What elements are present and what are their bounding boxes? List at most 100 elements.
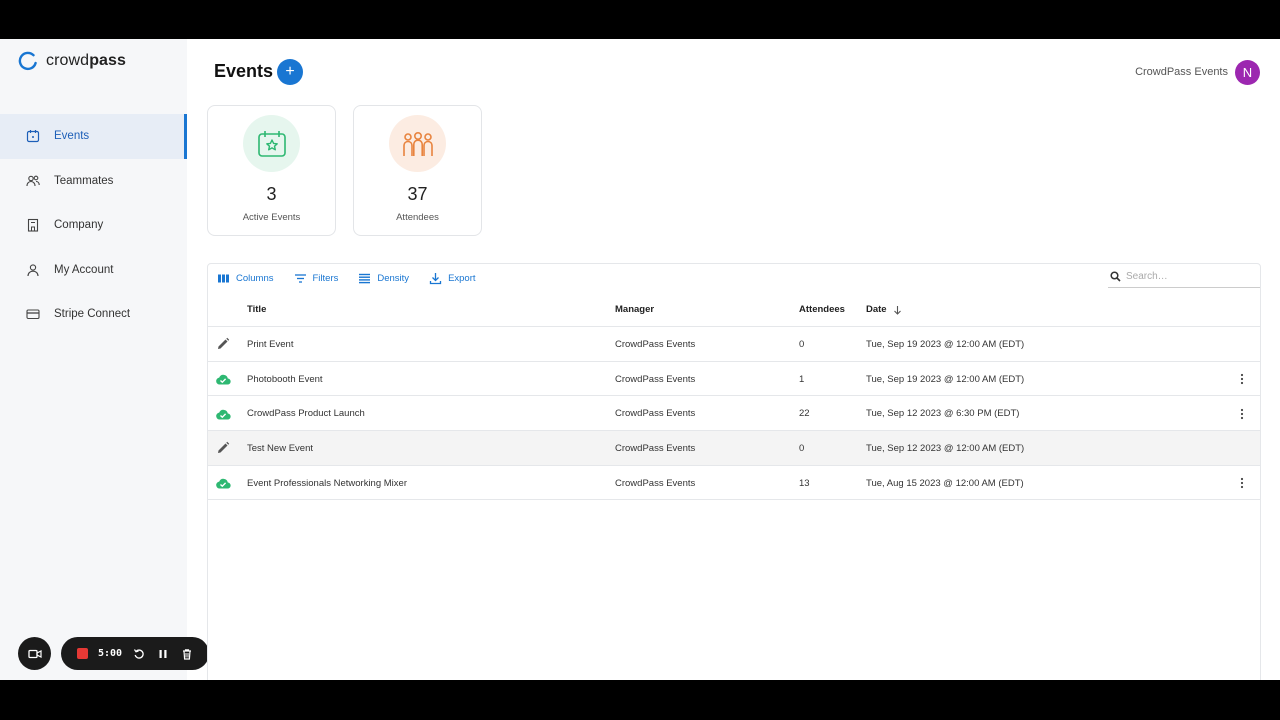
active-events-card: 3 Active Events	[207, 105, 336, 236]
sidebar-item-my-account[interactable]: My Account	[0, 248, 187, 293]
download-icon	[429, 273, 442, 285]
edit-pencil-icon[interactable]	[215, 431, 231, 466]
sidebar-item-company[interactable]: Company	[0, 203, 187, 248]
column-header-attendees[interactable]: Attendees	[799, 292, 845, 327]
event-manager: CrowdPass Events	[615, 338, 696, 350]
density-button[interactable]: Density	[358, 272, 409, 285]
row-more-menu-icon[interactable]	[1234, 396, 1250, 431]
sidebar-item-events[interactable]: Events	[0, 114, 187, 159]
published-cloud-check-icon	[215, 362, 231, 397]
recording-controls: 5:00	[61, 637, 209, 670]
table-body: Print Event CrowdPass Events 0 Tue, Sep …	[208, 327, 1260, 501]
search-icon	[1110, 271, 1121, 282]
table-row[interactable]: Test New Event CrowdPass Events 0 Tue, S…	[208, 431, 1260, 466]
attendees-card: 37 Attendees	[353, 105, 482, 236]
table-header: Title Manager Attendees Date	[208, 292, 1260, 327]
table-row[interactable]: Photobooth Event CrowdPass Events 1 Tue,…	[208, 362, 1260, 397]
sidebar-item-teammates[interactable]: Teammates	[0, 159, 187, 204]
column-header-manager[interactable]: Manager	[615, 292, 654, 327]
sidebar: crowdpass Events Teammates Company My Ac…	[0, 39, 209, 680]
stop-recording-button[interactable]	[77, 648, 88, 659]
column-header-date-label: Date	[866, 304, 887, 315]
building-icon	[26, 218, 40, 232]
camera-toggle-button[interactable]	[18, 637, 51, 670]
density-icon	[359, 273, 371, 284]
organization-name[interactable]: CrowdPass Events	[1135, 66, 1228, 78]
event-manager: CrowdPass Events	[615, 373, 696, 385]
event-date: Tue, Sep 12 2023 @ 6:30 PM (EDT)	[866, 408, 1020, 420]
search-box	[1108, 266, 1260, 288]
event-attendees: 1	[799, 373, 805, 385]
search-input[interactable]	[1126, 271, 1246, 282]
group-icon	[389, 115, 446, 172]
event-title[interactable]: Photobooth Event	[247, 362, 323, 397]
event-manager: CrowdPass Events	[615, 408, 696, 420]
event-attendees: 13	[799, 477, 810, 489]
columns-icon	[218, 274, 229, 283]
event-attendees: 0	[799, 338, 805, 350]
published-cloud-check-icon	[215, 466, 231, 501]
table-row[interactable]: Event Professionals Networking Mixer Cro…	[208, 466, 1260, 501]
stat-value: 3	[266, 184, 277, 204]
event-title[interactable]: CrowdPass Product Launch	[247, 396, 365, 431]
sidebar-item-label: Stripe Connect	[54, 308, 131, 321]
pause-icon[interactable]	[156, 647, 170, 661]
table-row[interactable]: CrowdPass Product Launch CrowdPass Event…	[208, 396, 1260, 432]
sidebar-nav: Events Teammates Company My Account Stri…	[0, 114, 187, 337]
sidebar-item-label: My Account	[54, 263, 114, 276]
calendar-icon	[26, 129, 40, 143]
logo-text: crowdpass	[46, 52, 127, 69]
stat-label: Attendees	[396, 212, 439, 223]
sort-descending-icon[interactable]	[893, 305, 902, 315]
sidebar-item-label: Teammates	[54, 174, 114, 187]
event-date: Tue, Sep 19 2023 @ 12:00 AM (EDT)	[866, 373, 1025, 385]
density-label: Density	[377, 273, 410, 284]
event-title[interactable]: Event Professionals Networking Mixer	[247, 466, 407, 501]
app-window: crowdpass Events Teammates Company My Ac…	[0, 39, 1280, 680]
top-letterbox	[0, 0, 1280, 39]
logo[interactable]: crowdpass	[18, 51, 126, 71]
events-table: Columns Filters Density Export Title Man…	[207, 263, 1261, 680]
event-title[interactable]: Print Event	[247, 327, 293, 362]
recording-timer: 5:00	[98, 648, 123, 659]
logo-mark-icon	[18, 51, 37, 71]
published-cloud-check-icon	[215, 396, 231, 431]
event-manager: CrowdPass Events	[615, 442, 696, 454]
table-row[interactable]: Print Event CrowdPass Events 0 Tue, Sep …	[208, 327, 1260, 362]
sidebar-item-stripe-connect[interactable]: Stripe Connect	[0, 292, 187, 337]
filters-button[interactable]: Filters	[294, 272, 339, 285]
sidebar-item-label: Company	[54, 219, 104, 232]
page-title: Events	[214, 61, 274, 81]
add-event-button[interactable]: +	[277, 59, 303, 85]
calendar-star-icon	[243, 115, 300, 172]
filters-label: Filters	[312, 273, 339, 284]
video-camera-icon	[27, 649, 42, 658]
export-button[interactable]: Export	[429, 272, 476, 285]
event-date: Tue, Aug 15 2023 @ 12:00 AM (EDT)	[866, 477, 1024, 489]
event-title[interactable]: Test New Event	[247, 431, 313, 466]
columns-button[interactable]: Columns	[217, 272, 274, 285]
table-toolbar: Columns Filters Density Export	[217, 272, 476, 285]
column-header-title[interactable]: Title	[247, 292, 266, 327]
trash-icon[interactable]	[180, 647, 194, 661]
stat-label: Active Events	[242, 212, 301, 223]
event-attendees: 0	[799, 442, 805, 454]
credit-card-icon	[26, 307, 40, 321]
event-manager: CrowdPass Events	[615, 477, 696, 489]
stat-value: 37	[407, 184, 428, 204]
sidebar-item-label: Events	[54, 130, 90, 143]
event-date: Tue, Sep 19 2023 @ 12:00 AM (EDT)	[866, 338, 1025, 350]
filter-icon	[294, 274, 306, 283]
event-date: Tue, Sep 12 2023 @ 12:00 AM (EDT)	[866, 442, 1025, 454]
row-more-menu-icon[interactable]	[1234, 362, 1250, 397]
columns-label: Columns	[236, 273, 274, 284]
export-label: Export	[448, 273, 476, 284]
people-icon	[26, 174, 40, 188]
edit-pencil-icon[interactable]	[215, 327, 231, 362]
avatar[interactable]: N	[1235, 60, 1260, 85]
event-attendees: 22	[799, 408, 810, 420]
column-header-date[interactable]: Date	[866, 292, 902, 327]
row-more-menu-icon[interactable]	[1234, 466, 1250, 501]
restart-icon[interactable]	[132, 647, 146, 661]
person-icon	[26, 263, 40, 277]
